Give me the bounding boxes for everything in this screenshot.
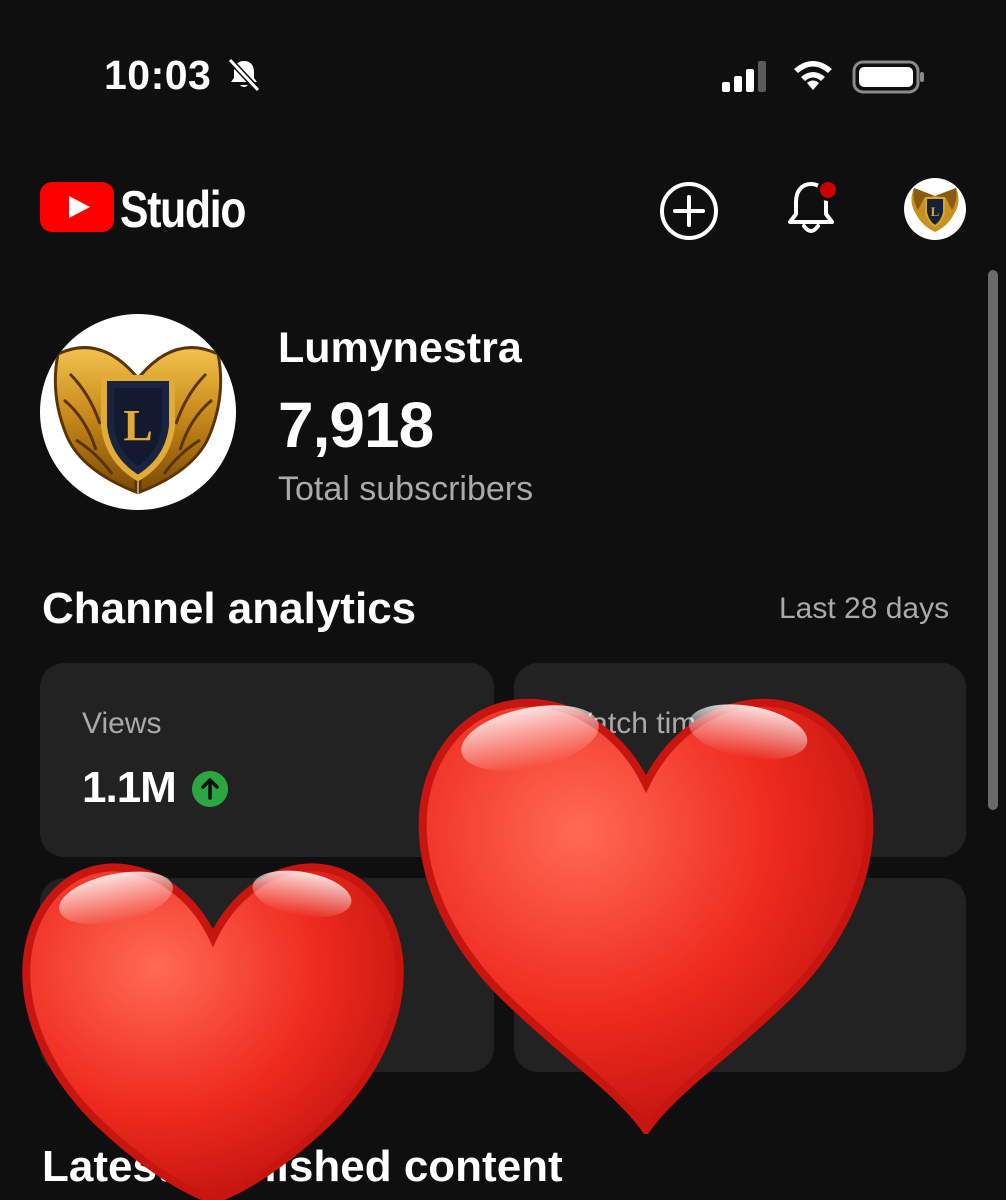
trend-up-icon bbox=[192, 771, 228, 807]
section-title-analytics: Channel analytics bbox=[42, 584, 417, 633]
app-title: Studio bbox=[120, 181, 246, 239]
heart-icon bbox=[22, 863, 404, 1200]
subscriber-count: 7,918 bbox=[278, 389, 434, 461]
card-label: Views bbox=[82, 707, 162, 740]
create-icon[interactable] bbox=[658, 180, 720, 242]
channel-avatar[interactable]: L bbox=[40, 314, 236, 510]
status-time: 10:03 bbox=[104, 52, 212, 98]
channel-name: Lumynestra bbox=[278, 324, 522, 372]
svg-text:L: L bbox=[931, 204, 940, 219]
channel-crest-icon: L bbox=[53, 346, 223, 495]
signal-icon bbox=[722, 61, 766, 92]
period-label: Last 28 days bbox=[779, 592, 950, 625]
battery-icon bbox=[852, 60, 924, 94]
subscriber-label: Total subscribers bbox=[278, 470, 534, 508]
channel-crest-icon: L bbox=[911, 188, 959, 232]
mute-icon bbox=[227, 57, 261, 92]
card-value: 1.1M bbox=[82, 763, 177, 812]
scrollbar[interactable] bbox=[988, 270, 998, 810]
youtube-logo-icon[interactable] bbox=[40, 182, 114, 232]
notification-bell-icon[interactable] bbox=[782, 176, 844, 242]
svg-text:L: L bbox=[123, 401, 152, 450]
heart-icon bbox=[418, 698, 874, 1134]
wifi-icon bbox=[794, 61, 832, 90]
avatar[interactable]: L bbox=[904, 178, 966, 240]
